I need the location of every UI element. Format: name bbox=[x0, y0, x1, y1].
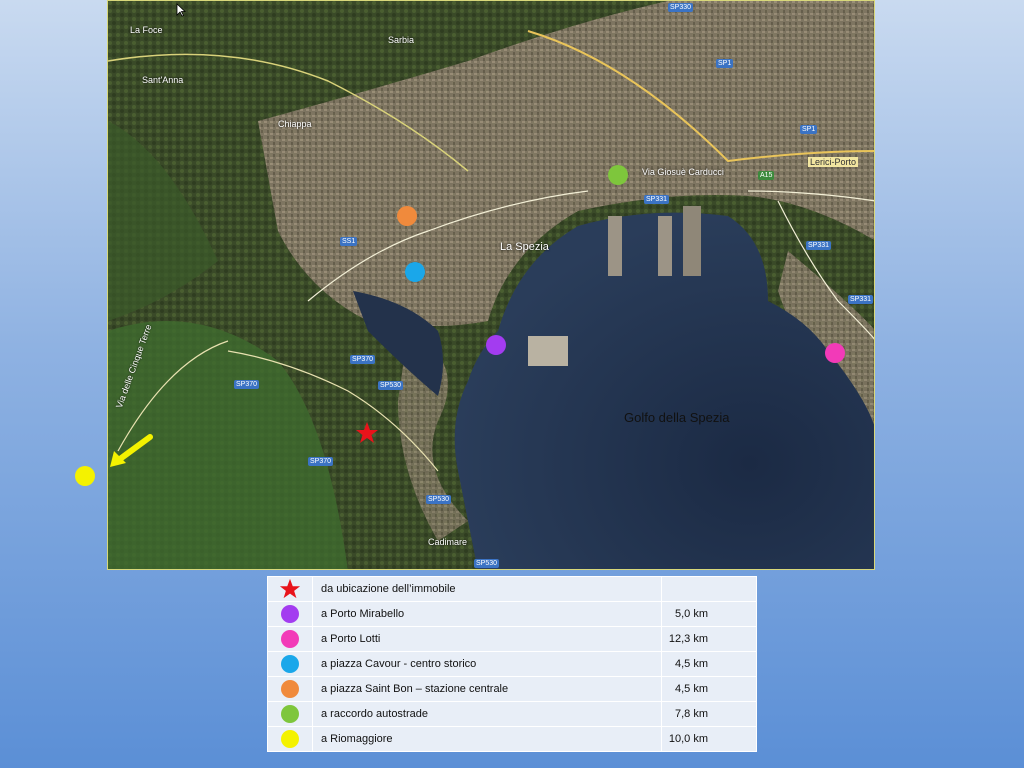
place-label-cadimare: Cadimare bbox=[428, 537, 468, 547]
legend-distance: 4,5 km bbox=[661, 651, 757, 677]
legend-row: da ubicazione dell’immobile bbox=[267, 576, 757, 602]
legend-distance: 4,5 km bbox=[661, 676, 757, 702]
road-shield: SP1 bbox=[800, 125, 818, 134]
city-label-la-spezia: La Spezia bbox=[500, 241, 549, 253]
marker-piazza-saint-bon[interactable] bbox=[397, 206, 417, 226]
road-shield: SS1 bbox=[340, 237, 358, 246]
legend-label: a piazza Cavour - centro storico bbox=[312, 651, 662, 677]
road-shield: SP1 bbox=[716, 59, 734, 68]
red-star-icon bbox=[279, 578, 301, 599]
road-shield: SP370 bbox=[350, 355, 376, 364]
road-shield: SP530 bbox=[474, 559, 500, 568]
place-label-sarbia: Sarbia bbox=[388, 35, 415, 45]
road-shield: SP331 bbox=[806, 241, 832, 250]
place-label-la-foce: La Foce bbox=[130, 25, 163, 35]
road-shield: SP370 bbox=[308, 457, 334, 466]
marker-porto-lotti[interactable] bbox=[825, 343, 845, 363]
satellite-map[interactable]: La Foce Sant'Anna Sarbia Chiappa Cadimar… bbox=[107, 0, 875, 570]
legend-distance: 5,0 km bbox=[661, 601, 757, 627]
legend-label: a Porto Mirabello bbox=[312, 601, 662, 627]
legend-row: a Porto Lotti 12,3 km bbox=[267, 626, 757, 652]
legend-label: da ubicazione dell’immobile bbox=[312, 576, 662, 602]
legend-distance: 7,8 km bbox=[661, 701, 757, 727]
legend-row: a raccordo autostrade 7,8 km bbox=[267, 701, 757, 727]
legend-label: a Riomaggiore bbox=[312, 726, 662, 752]
place-label-sant-anna: Sant'Anna bbox=[142, 75, 184, 85]
direction-arrow-icon bbox=[110, 434, 153, 467]
orange-dot-icon bbox=[281, 680, 299, 698]
road-shield: A15 bbox=[758, 171, 775, 180]
legend-label: a raccordo autostrade bbox=[312, 701, 662, 727]
street-label-carducci: Via Giosuè Carducci bbox=[642, 167, 724, 177]
legend-row: a Riomaggiore 10,0 km bbox=[267, 726, 757, 752]
legend-symbol bbox=[267, 576, 313, 602]
place-label-lerici-porto: Lerici-Porto bbox=[808, 157, 859, 167]
legend-row: a piazza Cavour - centro storico 4,5 km bbox=[267, 651, 757, 677]
marker-raccordo-autostrade[interactable] bbox=[608, 165, 628, 185]
marker-porto-mirabello[interactable] bbox=[486, 335, 506, 355]
marker-riomaggiore[interactable] bbox=[75, 466, 95, 486]
purple-dot-icon bbox=[281, 605, 299, 623]
legend-distance: 10,0 km bbox=[661, 726, 757, 752]
distance-legend-table: da ubicazione dell’immobile a Porto Mira… bbox=[267, 576, 757, 752]
road-shield: SP370 bbox=[234, 380, 260, 389]
magenta-dot-icon bbox=[281, 630, 299, 648]
legend-row: a piazza Saint Bon – stazione centrale 4… bbox=[267, 676, 757, 702]
road-shield: SP331 bbox=[644, 195, 670, 204]
mouse-cursor-icon bbox=[176, 3, 186, 17]
green-dot-icon bbox=[281, 705, 299, 723]
gulf-label: Golfo della Spezia bbox=[624, 410, 730, 425]
place-label-chiappa: Chiappa bbox=[278, 119, 312, 129]
legend-label: a Porto Lotti bbox=[312, 626, 662, 652]
cyan-dot-icon bbox=[281, 655, 299, 673]
legend-label: a piazza Saint Bon – stazione centrale bbox=[312, 676, 662, 702]
marker-piazza-cavour[interactable] bbox=[405, 262, 425, 282]
road-shield: SP331 bbox=[848, 295, 874, 304]
road-shield: SP330 bbox=[668, 3, 694, 12]
yellow-dot-icon bbox=[281, 730, 299, 748]
legend-distance bbox=[661, 576, 757, 602]
road-shield: SP530 bbox=[426, 495, 452, 504]
map-terrain bbox=[108, 1, 874, 569]
property-star-icon[interactable] bbox=[355, 421, 379, 445]
legend-distance: 12,3 km bbox=[661, 626, 757, 652]
road-shield: SP530 bbox=[378, 381, 404, 390]
legend-row: a Porto Mirabello 5,0 km bbox=[267, 601, 757, 627]
